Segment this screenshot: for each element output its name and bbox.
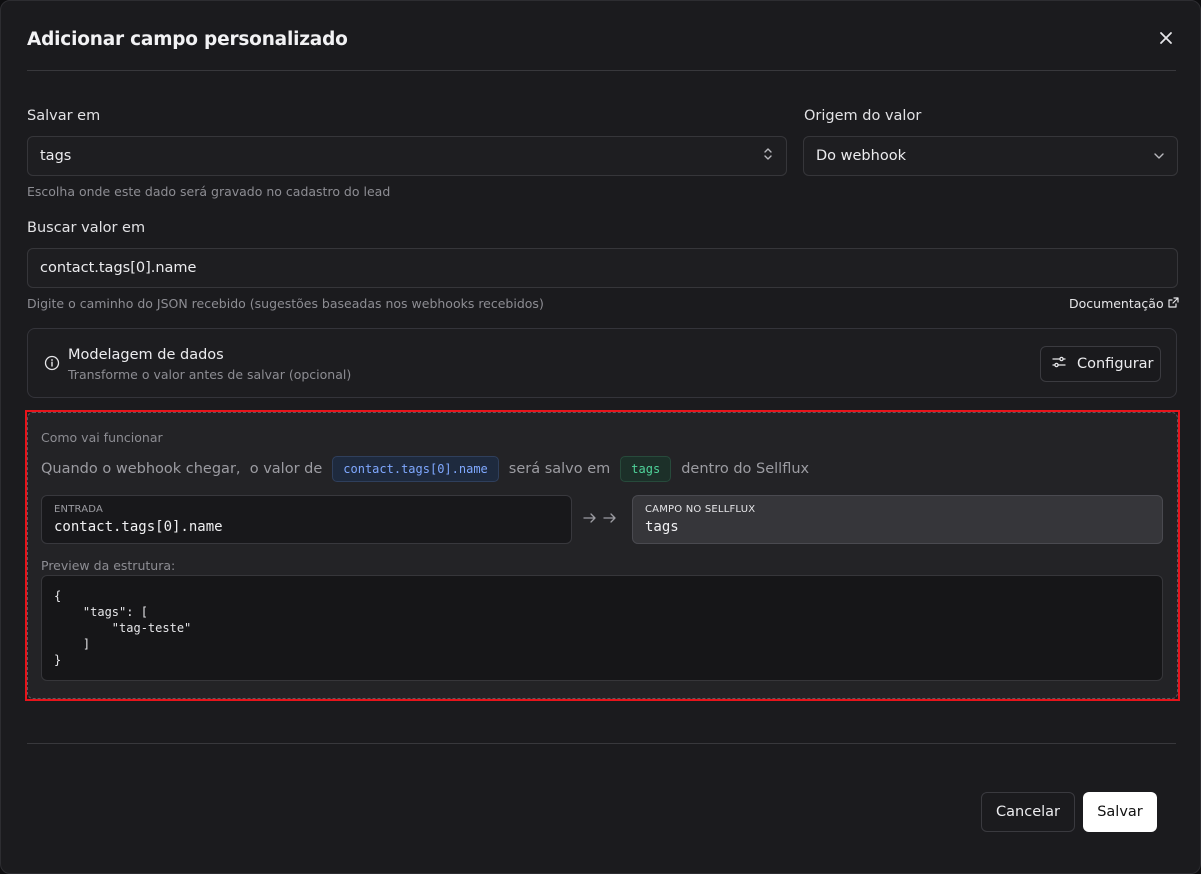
documentation-label: Documentação: [1069, 296, 1164, 311]
value-origin-select[interactable]: Do webhook: [803, 136, 1178, 176]
documentation-link[interactable]: Documentação: [1069, 296, 1179, 311]
configure-label: Configurar: [1077, 356, 1154, 372]
search-value-help: Digite o caminho do JSON recebido (suges…: [27, 296, 544, 311]
save-button[interactable]: Salvar: [1083, 792, 1157, 832]
save-in-help: Escolha onde este dado será gravado no c…: [27, 184, 391, 199]
data-modeling-panel: Modelagem de dados Transforme o valor an…: [27, 328, 1177, 398]
external-link-icon: [1168, 296, 1179, 311]
highlight-frame: [25, 410, 1180, 701]
search-value-label: Buscar valor em: [27, 220, 146, 236]
save-in-label: Salvar em: [27, 108, 101, 124]
configure-button[interactable]: Configurar: [1040, 346, 1161, 382]
modeling-title: Modelagem de dados: [68, 347, 224, 363]
save-in-value: tags: [40, 148, 72, 164]
info-icon: [44, 355, 60, 375]
value-origin-value: Do webhook: [816, 148, 906, 164]
sliders-icon: [1051, 354, 1067, 374]
chevron-down-icon: [1153, 148, 1165, 164]
footer-divider: [27, 743, 1176, 744]
dialog-title: Adicionar campo personalizado: [27, 29, 348, 50]
save-in-select[interactable]: tags: [27, 136, 787, 176]
value-origin-label: Origem do valor: [804, 108, 922, 124]
cancel-button[interactable]: Cancelar: [981, 792, 1075, 832]
close-icon[interactable]: [1153, 25, 1179, 51]
custom-field-dialog: Adicionar campo personalizado Salvar em …: [0, 0, 1201, 874]
modeling-subtitle: Transforme o valor antes de salvar (opci…: [68, 367, 352, 382]
search-value-text: contact.tags[0].name: [40, 260, 197, 276]
chevron-up-down-icon: [762, 147, 774, 165]
search-value-input[interactable]: contact.tags[0].name: [27, 248, 1178, 288]
header-divider: [27, 70, 1176, 71]
